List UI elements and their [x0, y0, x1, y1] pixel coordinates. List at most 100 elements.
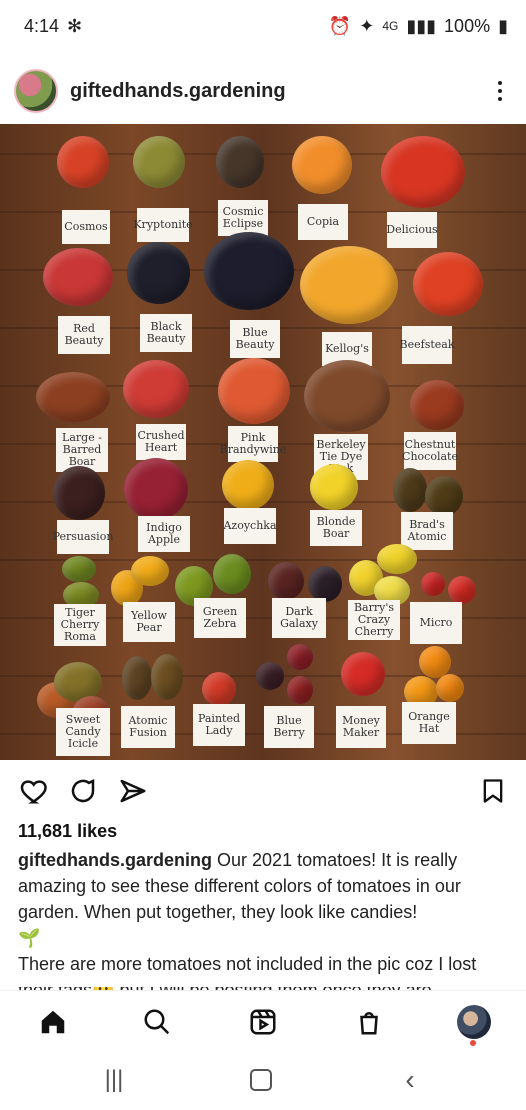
alarm-icon: ⏰: [328, 15, 352, 36]
label-blue-beauty: Blue Beauty: [230, 320, 280, 358]
shop-icon[interactable]: [352, 1005, 386, 1039]
tomato-blue-berry-3: [287, 676, 313, 704]
tomato-persuasion: [53, 466, 105, 520]
label-cosmic-eclipse: Cosmic Eclipse: [218, 200, 268, 236]
post-username[interactable]: giftedhands.gardening: [70, 80, 286, 103]
post-actions: [0, 770, 526, 812]
likes-count[interactable]: 11,681 likes: [18, 821, 117, 842]
label-copia: Copia: [298, 204, 348, 240]
bottom-navigation: [0, 990, 526, 1049]
label-painted-lady: Painted Lady: [193, 704, 245, 746]
tomato-beefsteak: [413, 252, 483, 316]
heart-icon[interactable]: [18, 774, 52, 808]
fan-icon: ✻: [67, 15, 83, 36]
tomato-orange-hat-3: [436, 674, 464, 702]
tomato-azoychka: [222, 460, 274, 510]
home-icon[interactable]: [36, 1005, 70, 1039]
more-options-icon[interactable]: [488, 77, 512, 105]
tomato-blue-berry-1: [256, 662, 284, 690]
status-bar: 4:14 ✻ ⏰ ✦ 4G ▮▮▮ 100% ▮: [0, 0, 526, 52]
tomato-crushed-heart: [123, 360, 189, 418]
label-sweet-candy-icicle: Sweet Candy Icicle: [56, 708, 110, 756]
network-icon: 4G: [382, 19, 399, 33]
label-barrys-crazy-cherry: Barry's Crazy Cherry: [348, 600, 400, 640]
tomato-kellogs: [300, 246, 398, 324]
recent-apps-icon[interactable]: |||: [94, 1063, 134, 1097]
tomato-blue-beauty: [204, 232, 294, 310]
tomato-tiger-cherry-roma-1: [62, 556, 96, 582]
tomato-brads-atomic-1: [393, 468, 427, 512]
caption-cutoff: [0, 975, 526, 987]
label-red-beauty: Red Beauty: [58, 316, 110, 354]
share-icon[interactable]: [116, 774, 150, 808]
post-image[interactable]: Cosmos Kryptonite Cosmic Eclipse Copia D…: [0, 124, 526, 760]
tomato-large-barred-boar: [36, 372, 110, 422]
label-tiger-cherry-roma: Tiger Cherry Roma: [54, 604, 106, 646]
label-indigo-apple: Indigo Apple: [138, 516, 190, 552]
bluetooth-icon: ✦: [359, 15, 375, 36]
tomato-painted-lady: [202, 672, 236, 706]
bookmark-icon[interactable]: [476, 774, 510, 808]
label-orange-hat: Orange Hat: [402, 702, 456, 744]
caption-sprout-emoji: 🌱: [18, 928, 41, 948]
tomato-dark-galaxy-1: [268, 562, 304, 600]
label-blonde-boar: Blonde Boar: [310, 510, 362, 546]
tomato-blonde-boar: [310, 464, 358, 510]
tomato-red-beauty: [43, 248, 113, 306]
tomato-delicious: [381, 136, 465, 208]
label-kryptonite: Kryptonite: [133, 208, 193, 242]
label-green-zebra: Green Zebra: [194, 598, 246, 638]
tomato-black-beauty: [127, 242, 190, 304]
tomato-micro-2: [448, 576, 476, 604]
label-persuasion: Persuasion: [53, 520, 113, 554]
label-cosmos: Cosmos: [62, 210, 110, 244]
time-text: 4:14: [24, 15, 60, 36]
tomato-indigo-apple: [124, 458, 188, 520]
label-atomic-fusion: Atomic Fusion: [121, 706, 175, 748]
tomato-cosmos: [57, 136, 109, 188]
tomato-atomic-fusion-1: [122, 656, 152, 700]
label-chestnut-chocolate: Chestnut Chocolate: [402, 432, 458, 470]
label-micro: Micro: [410, 602, 462, 644]
label-crushed-heart: Crushed Heart: [136, 424, 186, 460]
tomato-brads-atomic-2: [425, 476, 463, 516]
tomato-orange-hat-1: [419, 646, 451, 678]
label-azoychka: Azoychka: [223, 508, 277, 544]
label-yellow-pear: Yellow Pear: [123, 602, 175, 642]
post-header: giftedhands.gardening: [0, 62, 526, 120]
tomato-money-maker: [341, 652, 385, 696]
label-pink-brandywine: Pink Brandywine: [220, 426, 286, 462]
label-beefsteak: Beefsteak: [400, 326, 455, 364]
tomato-yellow-pear-2: [131, 556, 169, 586]
label-black-beauty: Black Beauty: [140, 314, 192, 352]
search-icon[interactable]: [140, 1005, 174, 1039]
tomato-cosmic-eclipse: [216, 136, 264, 188]
label-delicious: Delicious: [386, 212, 438, 248]
comment-icon[interactable]: [66, 774, 100, 808]
tomato-atomic-fusion-2: [151, 654, 183, 700]
label-brads-atomic: Brad's Atomic: [401, 512, 453, 550]
caption-username[interactable]: giftedhands.gardening: [18, 850, 212, 870]
reels-icon[interactable]: [246, 1005, 280, 1039]
back-icon[interactable]: ‹: [392, 1063, 428, 1097]
post-caption: giftedhands.gardening Our 2021 tomatoes!…: [18, 847, 508, 991]
tomato-blue-berry-2: [287, 644, 313, 670]
label-dark-galaxy: Dark Galaxy: [272, 598, 326, 638]
tomato-berkeley-tie-dye-pink: [304, 360, 390, 432]
home-button-icon[interactable]: [243, 1062, 279, 1098]
tomato-green-zebra-2: [213, 554, 251, 594]
profile-avatar[interactable]: [14, 69, 58, 113]
signal-icon: ▮▮▮: [406, 15, 437, 36]
battery-text: 100%: [444, 15, 491, 36]
tomato-chestnut-chocolate: [410, 380, 464, 430]
tomato-copia: [292, 136, 352, 194]
tomato-kryptonite: [133, 136, 185, 188]
tomato-barrys-crazy-cherry-2: [377, 544, 417, 574]
tomato-micro-1: [421, 572, 445, 596]
label-blue-berry: Blue Berry: [264, 706, 314, 748]
label-money-maker: Money Maker: [336, 706, 386, 748]
battery-icon: ▮: [498, 15, 508, 36]
tomato-dark-galaxy-2: [308, 566, 342, 602]
profile-avatar-icon[interactable]: [454, 1001, 494, 1046]
system-navigation: ||| ‹: [0, 1048, 526, 1110]
